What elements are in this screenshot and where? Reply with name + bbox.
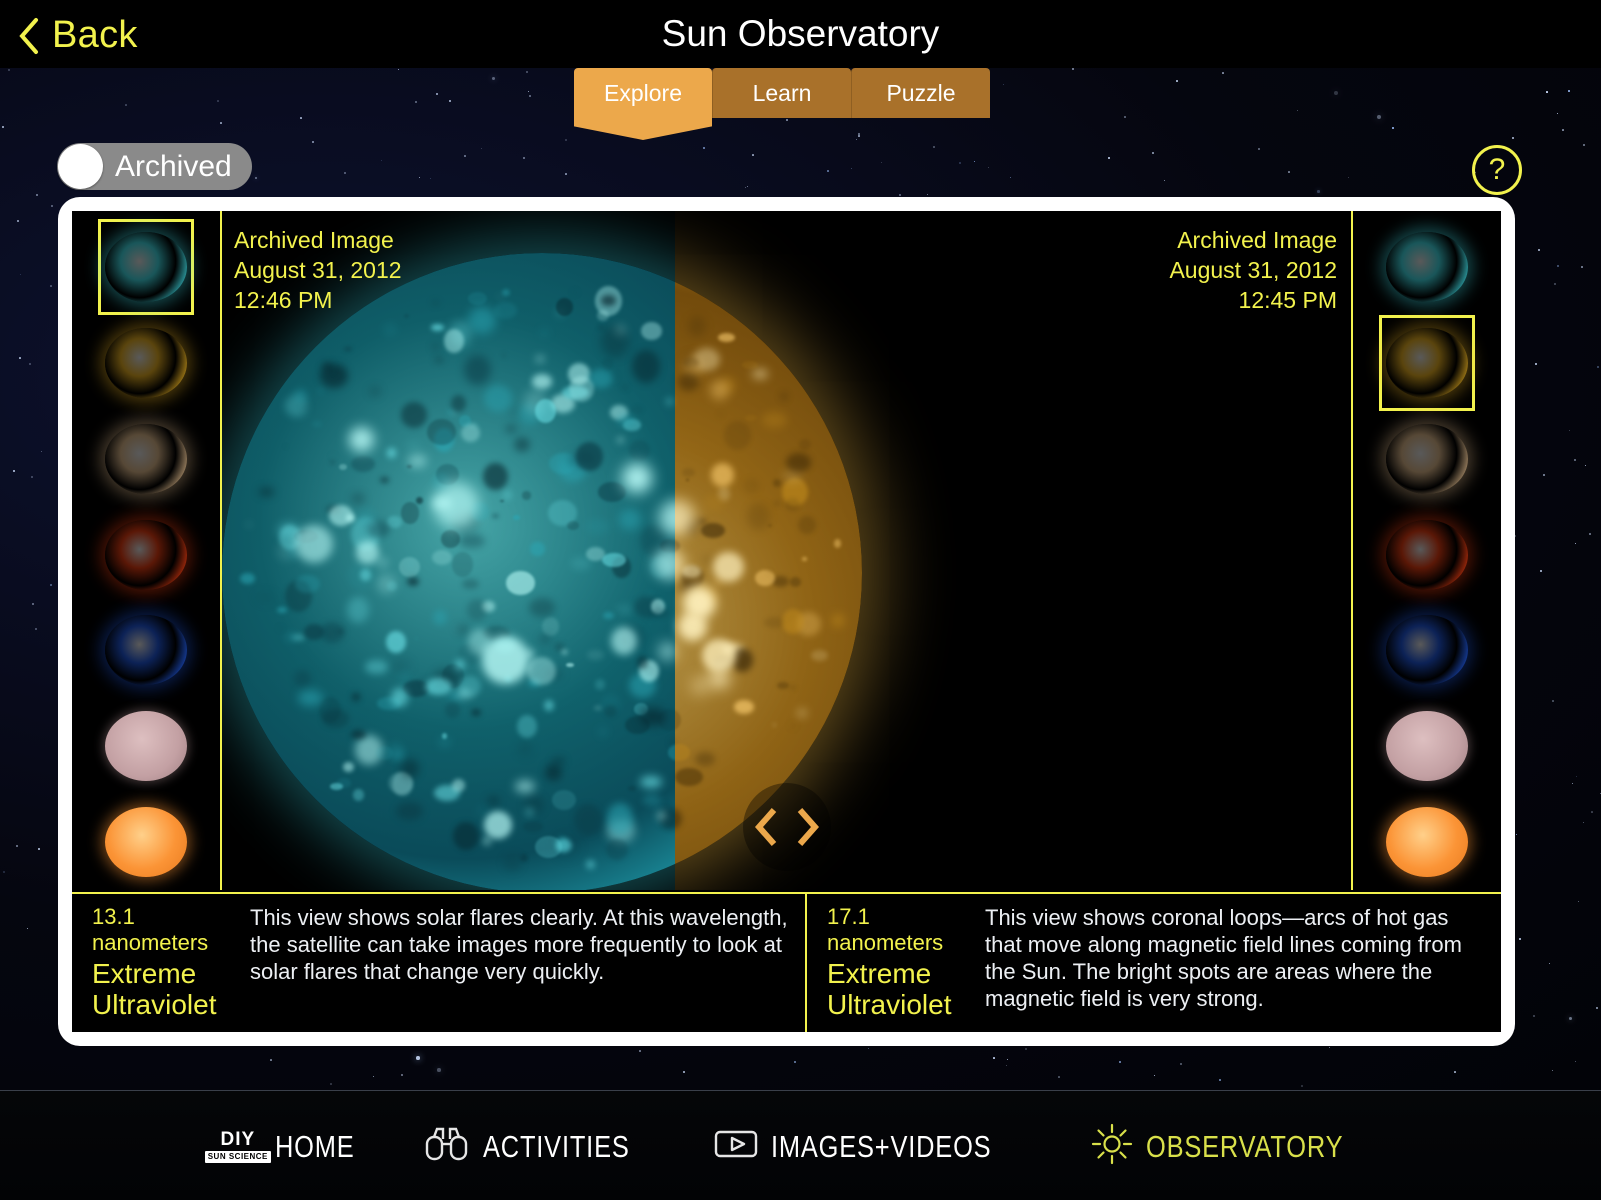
thumb-extreme-ultraviolet-304[interactable] [98, 507, 194, 603]
question-mark-icon: ? [1488, 153, 1506, 186]
thumb-visible-light[interactable] [1379, 794, 1475, 890]
thumbnail-sun-disc [1386, 519, 1468, 590]
diy-sun-science-logo: DIY SUN SCIENCE [204, 1128, 271, 1163]
caption-right-title: 17.1 nanometers Extreme Ultraviolet [807, 904, 985, 1032]
help-button[interactable]: ? [1472, 145, 1522, 195]
nav-item-activities-label: ACTIVITIES [482, 1128, 630, 1164]
caption-right-wavelength: 17.1 nanometers [827, 904, 944, 955]
thumb-extreme-ultraviolet-335[interactable] [1379, 602, 1475, 698]
toggle-knob[interactable] [58, 144, 103, 189]
bottom-bar: DIY SUN SCIENCE HOME ACTIVITIES IMAGES+V… [0, 1090, 1601, 1200]
diy-logo-top: DIY [220, 1128, 256, 1150]
thumbnail-sun-disc [105, 231, 187, 302]
top-bar: Back Sun Observatory [0, 0, 1601, 68]
diy-logo-bottom: SUN SCIENCE [204, 1150, 271, 1163]
meta-right-line2: August 31, 2012 [1169, 257, 1337, 283]
thumbnail-sun-disc [105, 519, 187, 590]
thumb-extreme-ultraviolet-171[interactable] [98, 315, 194, 411]
thumbnail-rail-right[interactable] [1351, 211, 1501, 890]
caption-left-description: This view shows solar flares clearly. At… [250, 905, 788, 984]
bottom-navigation: DIY SUN SCIENCE HOME ACTIVITIES IMAGES+V… [0, 1091, 1601, 1200]
nav-item-observatory[interactable]: OBSERVATORY [1091, 1123, 1387, 1170]
thumb-hydrogen-alpha[interactable] [98, 698, 194, 794]
caption-left-wavelength: 13.1 nanometers [92, 904, 209, 955]
nav-item-home-label: HOME [274, 1128, 355, 1164]
caption-right: 17.1 nanometers Extreme Ultraviolet This… [805, 894, 1501, 1032]
thumbnail-sun-disc [105, 615, 187, 686]
nav-item-images-videos-label: IMAGES+VIDEOS [770, 1128, 992, 1164]
thumbnail-sun-disc [1386, 807, 1468, 878]
video-play-icon [714, 1128, 758, 1165]
thumb-extreme-ultraviolet-304[interactable] [1379, 507, 1475, 603]
chevron-right-icon[interactable] [789, 803, 827, 851]
caption-right-name: Extreme Ultraviolet [827, 958, 952, 1020]
caption-row: 13.1 nanometers Extreme Ultraviolet This… [72, 892, 1501, 1032]
thumb-extreme-ultraviolet-171[interactable] [1379, 314, 1475, 411]
thumbnail-sun-disc [1386, 423, 1468, 494]
thumb-extreme-ultraviolet-131[interactable] [1379, 219, 1475, 315]
chevron-left-icon[interactable] [747, 803, 785, 851]
tab-puzzle[interactable]: Puzzle [851, 68, 990, 118]
tab-explore-label: Explore [604, 79, 682, 106]
thumb-visible-light[interactable] [98, 794, 194, 890]
archived-toggle[interactable]: Archived [57, 143, 252, 190]
page-title: Sun Observatory [661, 13, 940, 54]
nav-item-observatory-label: OBSERVATORY [1146, 1128, 1344, 1164]
tab-learn-label: Learn [752, 79, 812, 106]
meta-right-line1: Archived Image [1177, 227, 1337, 253]
meta-left-line2: August 31, 2012 [234, 257, 402, 283]
thumb-extreme-ultraviolet-193[interactable] [1379, 411, 1475, 507]
thumb-extreme-ultraviolet-193[interactable] [98, 411, 194, 507]
thumbnail-sun-disc [1386, 615, 1468, 686]
nav-item-activities[interactable]: ACTIVITIES [424, 1126, 662, 1167]
sun-observatory-app: Back Sun Observatory Explore Learn Puzzl… [0, 0, 1601, 1200]
sun-icon [1091, 1123, 1133, 1170]
thumbnail-sun-disc [1386, 711, 1468, 782]
nav-item-images-videos[interactable]: IMAGES+VIDEOS [714, 1128, 1040, 1165]
archived-toggle-label: Archived [115, 149, 232, 183]
caption-left: 13.1 nanometers Extreme Ultraviolet This… [72, 894, 805, 1032]
thumbnail-sun-disc [105, 327, 187, 398]
meta-right-line3: 12:45 PM [1238, 287, 1337, 313]
viewer-panel: Archived Image August 31, 2012 12:46 PM … [72, 211, 1501, 1032]
image-meta-left: Archived Image August 31, 2012 12:46 PM [234, 225, 402, 315]
thumbnail-rail-left[interactable] [72, 211, 222, 890]
section-tabs: Explore Learn Puzzle [574, 68, 990, 118]
meta-left-line1: Archived Image [234, 227, 394, 253]
image-meta-right: Archived Image August 31, 2012 12:45 PM [1169, 225, 1337, 315]
thumbnail-sun-disc [1386, 327, 1468, 398]
tab-learn[interactable]: Learn [712, 68, 851, 118]
caption-right-description: This view shows coronal loops—arcs of ho… [985, 905, 1462, 1011]
thumbnail-sun-disc [105, 423, 187, 494]
binoculars-icon [424, 1126, 470, 1167]
thumbnail-sun-disc [1386, 231, 1468, 302]
viewer-frame: Archived Image August 31, 2012 12:46 PM … [58, 197, 1515, 1046]
thumbnail-sun-disc [105, 711, 187, 782]
thumbnail-sun-disc [105, 807, 187, 878]
nav-item-home[interactable]: DIY SUN SCIENCE HOME [204, 1128, 372, 1164]
tab-puzzle-label: Puzzle [886, 79, 956, 106]
tab-explore[interactable]: Explore [574, 68, 712, 118]
caption-left-title: 13.1 nanometers Extreme Ultraviolet [72, 904, 250, 1032]
thumb-hydrogen-alpha[interactable] [1379, 698, 1475, 794]
caption-left-name: Extreme Ultraviolet [92, 958, 217, 1020]
image-nav-control[interactable] [742, 783, 831, 871]
thumb-extreme-ultraviolet-131[interactable] [98, 219, 194, 315]
meta-left-line3: 12:46 PM [234, 287, 333, 313]
thumb-extreme-ultraviolet-335[interactable] [98, 602, 194, 698]
